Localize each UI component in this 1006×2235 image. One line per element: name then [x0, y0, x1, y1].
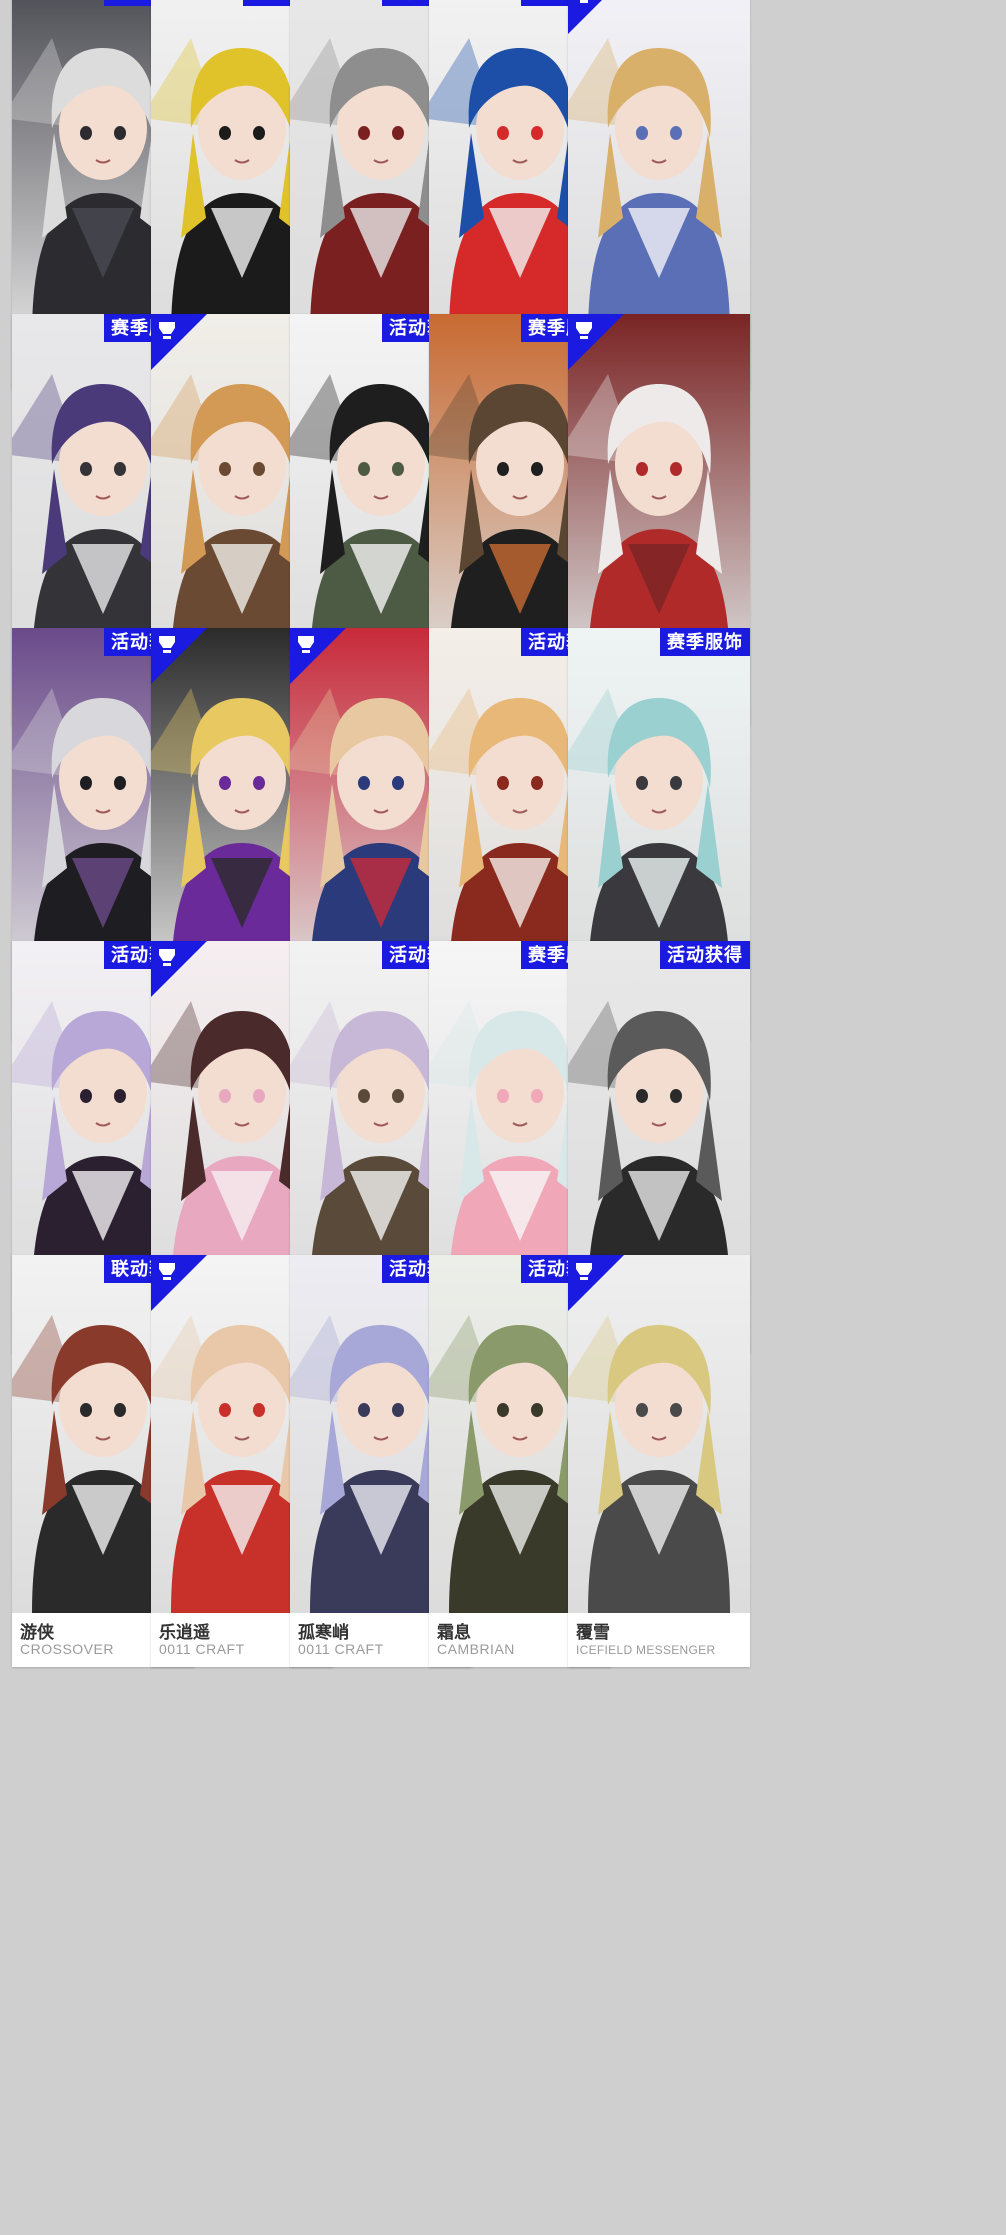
brand-crest-icon — [568, 314, 624, 370]
skin-name: 覆雪 — [576, 1623, 610, 1642]
skin-series: ICEFIELD MESSENGER — [576, 1643, 716, 1657]
brand-crest-icon — [151, 628, 207, 684]
skin-card[interactable]: 覆雪 ICEFIELD MESSENGER — [568, 1255, 750, 1667]
skin-card-grid: 活动获得无痕行者TEST COLLECTION活动获得海岸救援改装BLOODLI… — [0, 0, 1006, 2235]
acquisition-badge: 赛季服饰 — [660, 628, 750, 656]
skin-series: CROSSOVER — [20, 1641, 114, 1657]
skin-name: 孤寒峭 — [298, 1623, 349, 1642]
skin-portrait — [568, 628, 750, 986]
brand-crest-icon — [568, 1255, 624, 1311]
skin-portrait — [568, 0, 750, 336]
brand-crest-icon — [151, 1255, 207, 1311]
brand-crest-icon — [151, 941, 207, 997]
skin-series: 0011 CRAFT — [159, 1641, 245, 1657]
skin-name: 游侠 — [20, 1623, 54, 1642]
brand-crest-icon — [568, 0, 624, 34]
skin-series: 0011 CRAFT — [298, 1641, 384, 1657]
acquisition-badge: 活动获得 — [660, 941, 750, 969]
skin-name: 霜息 — [437, 1623, 471, 1642]
skin-series: CAMBRIAN — [437, 1641, 515, 1657]
brand-crest-icon — [290, 628, 346, 684]
skin-portrait — [568, 941, 750, 1299]
brand-crest-icon — [151, 314, 207, 370]
skin-name: 乐逍遥 — [159, 1623, 210, 1642]
